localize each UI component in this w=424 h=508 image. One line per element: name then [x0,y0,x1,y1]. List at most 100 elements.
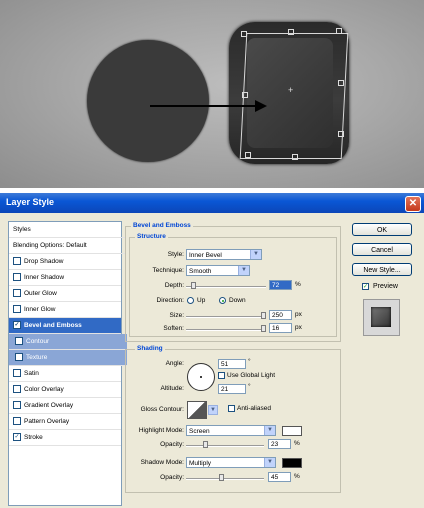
transform-handle-mr[interactable] [338,80,344,86]
depth-label: Depth: [164,282,184,289]
shadow-opacity-slider-thumb[interactable] [218,474,224,481]
checkbox-icon[interactable] [15,337,23,346]
soften-label: Soften: [163,325,184,332]
checkbox-checked-icon[interactable]: ✓ [13,433,21,442]
highlight-mode-value: Screen [189,428,210,435]
blending-options-item[interactable]: Blending Options: Default [9,238,125,254]
shading-group [125,349,341,493]
shading-title: Shading [135,345,165,352]
highlight-color-swatch[interactable] [282,426,302,436]
circle-shape[interactable] [87,40,209,162]
transform-handle-tr[interactable] [336,28,342,34]
highlight-mode-select[interactable]: Screen ▼ [186,425,276,436]
style-item-contour[interactable]: Contour [9,334,127,350]
styles-header[interactable]: Styles [9,222,125,238]
style-item-color-overlay[interactable]: Color Overlay [9,382,121,398]
soften-slider-thumb[interactable] [261,325,266,332]
style-item-inner-glow[interactable]: Inner Glow [9,302,121,318]
highlight-opacity-slider[interactable] [186,445,264,447]
style-item-pattern-overlay[interactable]: Pattern Overlay [9,414,121,430]
transform-handle-tl[interactable] [241,31,247,37]
style-item-drop-shadow[interactable]: Drop Shadow [9,254,121,270]
close-icon[interactable]: ✕ [405,196,421,212]
transform-handle-br[interactable] [338,131,344,137]
chevron-down-icon[interactable]: ▼ [208,405,218,415]
checkbox-icon[interactable] [13,417,21,426]
style-item-texture[interactable]: Texture [9,350,127,366]
checkbox-icon[interactable] [13,257,21,266]
checkbox-icon[interactable] [15,353,23,362]
transform-handle-bl[interactable] [245,152,251,158]
style-item-label: Gradient Overlay [24,402,74,409]
style-preview-swatch [371,307,391,327]
checkbox-icon[interactable] [13,305,21,314]
style-item-bevel-and-emboss[interactable]: ✓ Bevel and Emboss [9,318,121,334]
soften-input[interactable]: 16 [269,323,292,333]
depth-slider-thumb[interactable] [191,282,197,289]
style-preview-thumbnail [363,299,400,336]
style-select[interactable]: Inner Bevel ▼ [186,249,262,260]
style-label: Style: [167,251,184,258]
checkbox-icon[interactable] [13,385,21,394]
style-item-label: Outer Glow [24,290,57,297]
altitude-input[interactable]: 21 [218,384,246,394]
technique-select[interactable]: Smooth ▼ [186,265,250,276]
style-item-satin[interactable]: Satin [9,366,121,382]
transform-handle-bc[interactable] [292,154,298,160]
highlight-opacity-slider-thumb[interactable] [202,441,208,448]
technique-select-value: Smooth [189,268,212,275]
highlight-mode-label: Highlight Mode: [138,427,184,434]
gloss-contour-picker[interactable] [187,401,207,419]
size-input[interactable]: 250 [269,310,292,320]
angle-input[interactable]: 51 [218,359,246,369]
style-item-outer-glow[interactable]: Outer Glow [9,286,121,302]
style-item-label: Texture [26,354,48,361]
size-slider[interactable] [186,316,266,318]
soften-unit: px [295,324,302,331]
preview-checkbox[interactable]: ✓ [362,283,369,290]
new-style-button[interactable]: New Style... [352,263,412,276]
structure-title: Structure [135,233,168,240]
shadow-mode-select[interactable]: Multiply ▼ [186,457,276,468]
size-slider-thumb[interactable] [261,312,266,319]
direction-down-radio[interactable] [219,297,226,304]
checkbox-checked-icon[interactable]: ✓ [13,321,21,330]
antialiased-label: Anti-aliased [237,405,271,412]
chevron-down-icon: ▼ [238,266,249,275]
angle-dial[interactable] [187,363,215,391]
arrow-head-icon [255,100,267,112]
highlight-opacity-input[interactable]: 23 [268,439,291,449]
shadow-mode-value: Multiply [189,460,212,467]
checkbox-icon[interactable] [13,369,21,378]
checkbox-icon[interactable] [13,289,21,298]
depth-input[interactable]: 72 [269,280,292,290]
transform-handle-tc[interactable] [288,29,294,35]
shadow-opacity-slider[interactable] [186,478,264,480]
depth-slider[interactable] [186,286,266,288]
chevron-down-icon: ▼ [264,458,275,467]
style-item-gradient-overlay[interactable]: Gradient Overlay [9,398,121,414]
style-item-stroke[interactable]: ✓ Stroke [9,430,121,446]
style-item-label: Drop Shadow [24,258,64,265]
ok-button[interactable]: OK [352,223,412,236]
document-canvas[interactable]: + [0,0,424,188]
title-bar[interactable]: Layer Style ✕ [0,193,424,213]
global-light-checkbox[interactable] [218,372,225,379]
shadow-color-swatch[interactable] [282,458,302,468]
transform-bounding-box[interactable] [239,33,349,159]
angle-unit: ° [248,358,251,365]
checkbox-icon[interactable] [13,273,21,282]
bevel-emboss-title: Bevel and Emboss [131,222,193,229]
styles-list: Styles Blending Options: Default Drop Sh… [8,221,127,506]
style-item-inner-shadow[interactable]: Inner Shadow [9,270,121,286]
altitude-label: Altitude: [160,385,185,392]
direction-up-radio[interactable] [187,297,194,304]
antialiased-checkbox[interactable] [228,405,235,412]
transform-handle-ml[interactable] [242,92,248,98]
shadow-opacity-input[interactable]: 45 [268,472,291,482]
gloss-contour-label: Gloss Contour: [140,406,184,413]
checkbox-icon[interactable] [13,401,21,410]
soften-slider[interactable] [186,329,266,331]
cancel-button[interactable]: Cancel [352,243,412,256]
angle-label: Angle: [165,360,184,367]
